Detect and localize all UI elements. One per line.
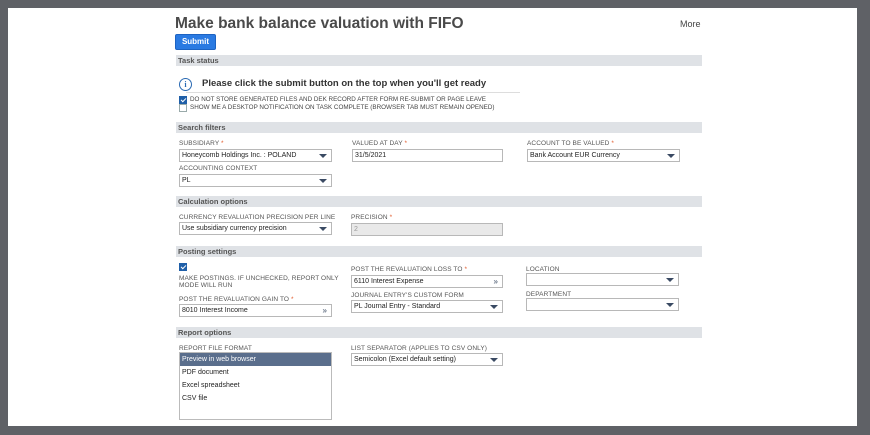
do-not-store-checkbox[interactable] bbox=[179, 96, 187, 104]
loss-label: POST THE REVALUATION LOSS TO * bbox=[351, 266, 468, 273]
chevron-down-icon bbox=[490, 305, 498, 309]
precision-per-line-label: CURRENCY REVALUATION PRECISION PER LINE bbox=[179, 214, 336, 221]
double-chevron-down-icon: » bbox=[493, 277, 498, 286]
precision-label: PRECISION * bbox=[351, 214, 393, 221]
file-format-label: REPORT FILE FORMAT bbox=[179, 345, 252, 352]
location-label: LOCATION bbox=[526, 266, 560, 273]
section-posting-settings: Posting settings bbox=[176, 246, 702, 257]
make-postings-label-line2: MODE WILL RUN bbox=[179, 282, 233, 289]
department-select[interactable] bbox=[526, 298, 679, 311]
custom-form-label: JOURNAL ENTRY'S CUSTOM FORM bbox=[351, 292, 464, 299]
chevron-down-icon bbox=[319, 179, 327, 183]
gain-label: POST THE REVALUATION GAIN TO * bbox=[179, 296, 294, 303]
precision-input[interactable]: 2 bbox=[351, 223, 503, 236]
chevron-down-icon bbox=[319, 154, 327, 158]
notify-label: SHOW ME A DESKTOP NOTIFICATION ON TASK C… bbox=[190, 104, 495, 111]
make-postings-label: MAKE POSTINGS. IF UNCHECKED, REPORT ONLY bbox=[179, 275, 339, 282]
accounting-context-label: ACCOUNTING CONTEXT bbox=[179, 165, 258, 172]
section-search-filters: Search filters bbox=[176, 122, 702, 133]
loss-account-select[interactable]: 6110 Interest Expense» bbox=[351, 275, 503, 288]
chevron-down-icon bbox=[666, 303, 674, 307]
section-calculation-options: Calculation options bbox=[176, 196, 702, 207]
info-icon: i bbox=[179, 78, 192, 91]
chevron-down-icon bbox=[666, 278, 674, 282]
list-item[interactable]: PDF document bbox=[180, 366, 331, 379]
make-postings-checkbox[interactable] bbox=[179, 263, 187, 271]
list-item[interactable]: Preview in web browser bbox=[180, 353, 331, 366]
subsidiary-select[interactable]: Honeycomb Holdings Inc. : POLAND bbox=[179, 149, 332, 162]
more-link[interactable]: More bbox=[680, 19, 701, 29]
department-label: DEPARTMENT bbox=[526, 291, 572, 298]
separator-select[interactable]: Semicolon (Excel default setting) bbox=[351, 353, 503, 366]
gain-account-select[interactable]: 8010 Interest Income» bbox=[179, 304, 332, 317]
custom-form-select[interactable]: PL Journal Entry - Standard bbox=[351, 300, 503, 313]
page-title: Make bank balance valuation with FIFO bbox=[175, 15, 464, 32]
divider bbox=[186, 92, 520, 93]
precision-per-line-select[interactable]: Use subsidiary currency precision bbox=[179, 222, 332, 235]
valued-at-day-input[interactable]: 31/5/2021 bbox=[352, 149, 503, 162]
form-page: Make bank balance valuation with FIFO Mo… bbox=[8, 8, 857, 426]
chevron-down-icon bbox=[490, 358, 498, 362]
double-chevron-down-icon: » bbox=[322, 306, 327, 315]
location-select[interactable] bbox=[526, 273, 679, 286]
separator-label: LIST SEPARATOR (APPLIES TO CSV ONLY) bbox=[351, 345, 488, 352]
submit-button[interactable]: Submit bbox=[175, 34, 216, 50]
account-label: ACCOUNT TO BE VALUED * bbox=[527, 140, 614, 147]
list-item[interactable]: CSV file bbox=[180, 392, 331, 405]
chevron-down-icon bbox=[667, 154, 675, 158]
list-item[interactable]: Excel spreadsheet bbox=[180, 379, 331, 392]
section-report-options: Report options bbox=[176, 327, 702, 338]
accounting-context-select[interactable]: PL bbox=[179, 174, 332, 187]
chevron-down-icon bbox=[319, 227, 327, 231]
subsidiary-label: SUBSIDIARY * bbox=[179, 140, 224, 147]
section-task-status: Task status bbox=[176, 55, 702, 66]
valued-at-day-label: VALUED AT DAY * bbox=[352, 140, 408, 147]
file-format-listbox[interactable]: Preview in web browser PDF document Exce… bbox=[179, 352, 332, 420]
notify-checkbox[interactable] bbox=[179, 104, 187, 112]
info-message: Please click the submit button on the to… bbox=[202, 78, 487, 89]
account-select[interactable]: Bank Account EUR Currency bbox=[527, 149, 680, 162]
do-not-store-label: DO NOT STORE GENERATED FILES AND DEK REC… bbox=[190, 96, 487, 103]
